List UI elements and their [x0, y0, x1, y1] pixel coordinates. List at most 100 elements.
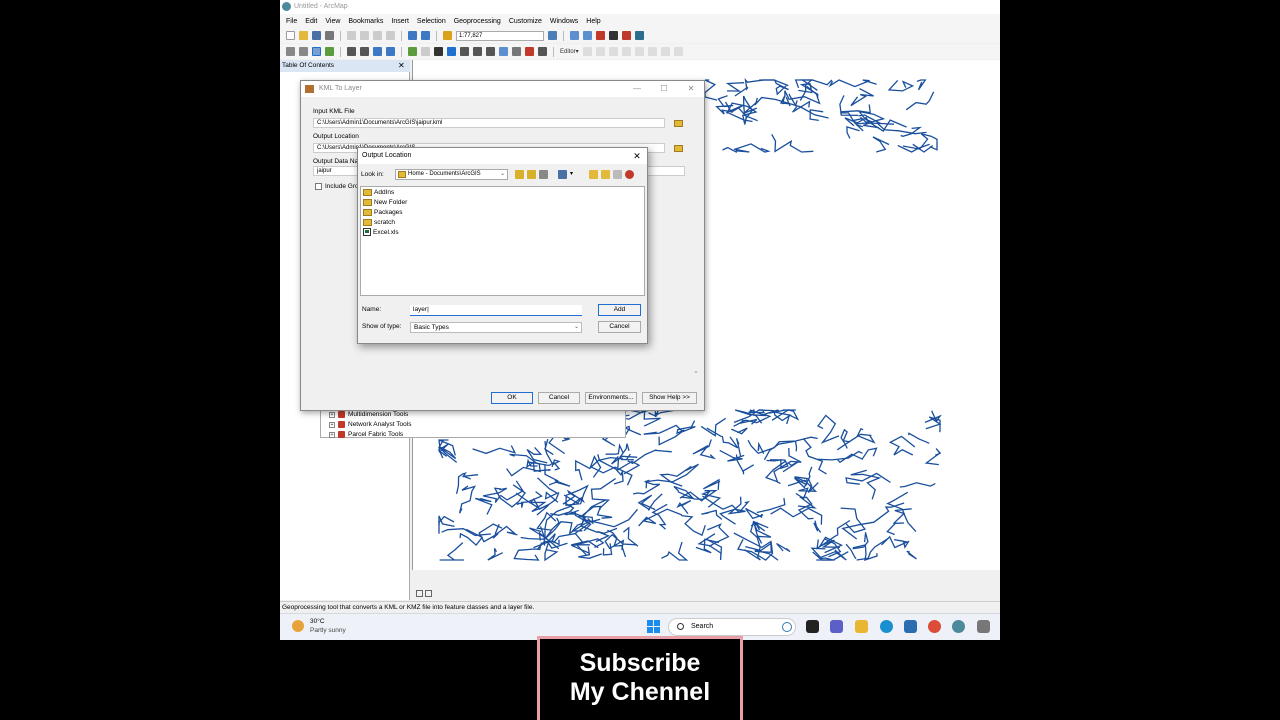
identify-icon[interactable] [447, 47, 456, 56]
straight-segment-icon[interactable] [608, 47, 618, 56]
view-mode-icon[interactable] [558, 170, 567, 179]
fixed-zoom-out-icon[interactable] [360, 47, 369, 56]
rotate-icon[interactable] [647, 47, 657, 56]
hyperlink-icon[interactable] [499, 47, 508, 56]
menu-insert[interactable]: Insert [391, 18, 409, 25]
new-icon[interactable] [286, 31, 295, 40]
menu-bookmarks[interactable]: Bookmarks [348, 18, 383, 25]
cancel-button[interactable]: Cancel [538, 392, 580, 404]
up-one-level-icon[interactable] [515, 170, 524, 179]
look-in-dropdown[interactable]: Home - Documents\ArcGIS ⌄ [395, 169, 508, 180]
attributes-icon[interactable] [660, 47, 670, 56]
editor-menu[interactable]: Editor▾ [560, 48, 579, 55]
menu-edit[interactable]: Edit [305, 18, 317, 25]
name-input[interactable]: layer| [410, 305, 582, 316]
chevron-down-icon[interactable]: ▾ [570, 170, 579, 179]
toolbox-item-multidimension[interactable]: + Multidimension Tools [329, 411, 408, 418]
cut-icon[interactable] [347, 31, 356, 40]
weather-temperature[interactable]: 30°C [310, 618, 325, 625]
find-icon[interactable] [460, 47, 469, 56]
open-icon[interactable] [299, 31, 308, 40]
toolbox-item-network-analyst[interactable]: + Network Analyst Tools [329, 421, 411, 428]
expand-icon[interactable]: + [329, 431, 335, 438]
type-dropdown[interactable]: Basic Types ⌄ [410, 322, 582, 333]
data-view-icon[interactable] [416, 590, 423, 597]
delete-icon[interactable] [386, 31, 395, 40]
minimize-icon[interactable]: — [626, 81, 648, 97]
ok-button[interactable]: OK [491, 392, 533, 404]
undo-icon[interactable] [408, 31, 417, 40]
zoom-in-icon[interactable] [286, 47, 295, 56]
weather-icon[interactable] [292, 620, 304, 632]
close-icon[interactable]: ✕ [629, 148, 645, 164]
search-window-icon[interactable] [635, 31, 644, 40]
arcmap-taskbar-icon[interactable] [952, 620, 965, 633]
close-icon[interactable]: ✕ [680, 81, 702, 97]
list-item[interactable]: AddIns [363, 187, 394, 197]
file-explorer-icon[interactable] [855, 620, 868, 633]
editor-toolbar-icon[interactable] [548, 31, 557, 40]
toc-close-icon[interactable]: ✕ [398, 61, 405, 70]
sketch-properties-icon[interactable] [673, 47, 683, 56]
browse-output-button[interactable] [673, 143, 685, 153]
save-icon[interactable] [312, 31, 321, 40]
copy-icon[interactable] [360, 31, 369, 40]
connect-folder-icon[interactable] [539, 170, 548, 179]
expand-icon[interactable]: + [329, 411, 335, 418]
sketch-tool-icon[interactable] [595, 47, 605, 56]
full-extent-icon[interactable] [325, 47, 334, 56]
redo-icon[interactable] [421, 31, 430, 40]
add-data-icon[interactable] [443, 31, 452, 40]
scroll-down-icon[interactable]: ⌄ [693, 367, 699, 375]
menu-customize[interactable]: Customize [509, 18, 542, 25]
paste-icon[interactable] [373, 31, 382, 40]
menu-selection[interactable]: Selection [417, 18, 446, 25]
edge-icon[interactable] [880, 620, 893, 633]
new-folder-icon[interactable] [601, 170, 610, 179]
teams-icon[interactable] [830, 620, 843, 633]
modelbuilder-icon[interactable] [622, 31, 631, 40]
menu-file[interactable]: File [286, 18, 297, 25]
list-item[interactable]: scratch [363, 217, 395, 227]
menu-view[interactable]: View [325, 18, 340, 25]
fixed-zoom-in-icon[interactable] [347, 47, 356, 56]
copilot-icon[interactable] [782, 622, 792, 632]
show-help-button[interactable]: Show Help >> [642, 392, 697, 404]
delete-icon[interactable] [625, 170, 634, 179]
route-icon[interactable] [473, 47, 482, 56]
html-popup-icon[interactable] [512, 47, 521, 56]
layout-view-icon[interactable] [425, 590, 432, 597]
split-icon[interactable] [634, 47, 644, 56]
catalog-tree-icon[interactable] [589, 170, 598, 179]
viewer-icon[interactable] [538, 47, 547, 56]
toolbox-icon[interactable] [596, 31, 605, 40]
zoom-out-icon[interactable] [299, 47, 308, 56]
input-kml-field[interactable]: C:\Users\Admin1\Documents\ArcGIS\jaipur.… [313, 118, 665, 128]
file-list[interactable]: AddIns New Folder Packages scratch Excel… [360, 186, 645, 296]
back-icon[interactable] [373, 47, 382, 56]
task-view-icon[interactable] [806, 620, 819, 633]
select-features-icon[interactable] [408, 47, 417, 56]
print-icon[interactable] [325, 31, 334, 40]
trace-icon[interactable] [621, 47, 631, 56]
menu-geoprocessing[interactable]: Geoprocessing [454, 18, 501, 25]
pan-icon[interactable] [312, 47, 321, 56]
list-item[interactable]: Excel.xls [363, 227, 399, 237]
time-slider-icon[interactable] [525, 47, 534, 56]
weather-description[interactable]: Partly sunny [310, 627, 346, 634]
browse-input-button[interactable] [673, 118, 685, 128]
maximize-icon[interactable]: ☐ [653, 81, 675, 97]
properties-icon[interactable] [613, 170, 622, 179]
toolbox-item-parcel-fabric[interactable]: + Parcel Fabric Tools [329, 431, 403, 438]
forward-icon[interactable] [386, 47, 395, 56]
taskbar-search[interactable]: Search [668, 618, 796, 636]
clear-selection-icon[interactable] [421, 47, 430, 56]
map-scale-combo[interactable]: 1:77,827 [456, 30, 544, 41]
cancel-button[interactable]: Cancel [598, 321, 641, 333]
list-item[interactable]: Packages [363, 207, 403, 217]
menu-windows[interactable]: Windows [550, 18, 578, 25]
menu-help[interactable]: Help [586, 18, 600, 25]
include-ground-checkbox[interactable] [315, 183, 322, 190]
add-button[interactable]: Add [598, 304, 641, 316]
environments-button[interactable]: Environments... [585, 392, 637, 404]
